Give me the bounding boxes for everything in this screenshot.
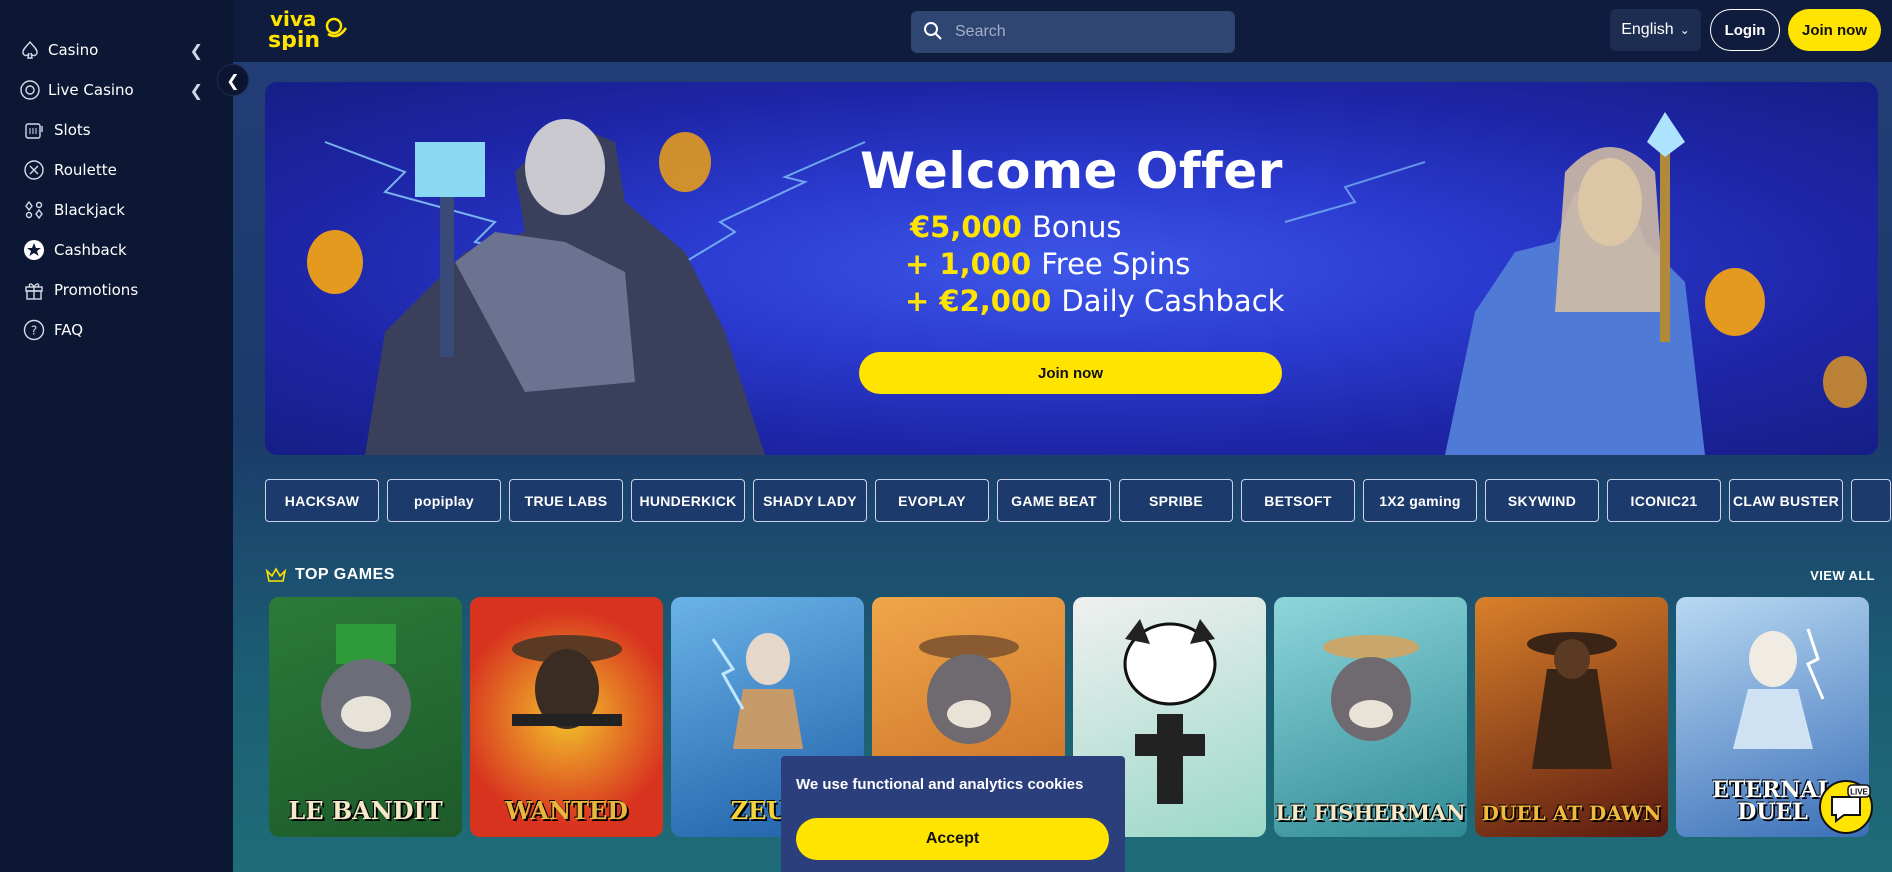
live-chat-button[interactable]: LIVE <box>1818 779 1874 835</box>
game-artwork <box>1322 635 1419 741</box>
top-header: viva spin English ⌄ Login Join now <box>233 0 1892 62</box>
game-tile-le-bandit[interactable]: LE BANDIT <box>269 597 462 837</box>
game-tile-wanted[interactable]: WANTED <box>470 597 663 837</box>
provider-logo-betsoft[interactable]: BETSOFT <box>1241 479 1355 522</box>
question-icon: ? <box>22 318 46 342</box>
cookie-message: We use functional and analytics cookies <box>796 776 1084 793</box>
provider-logo-claw-buster[interactable]: CLAW BUSTER <box>1729 479 1843 522</box>
sidebar-item-faq[interactable]: ? FAQ <box>0 310 233 350</box>
sidebar-item-label: Promotions <box>54 281 139 299</box>
game-tile-le-fisherman[interactable]: LE FISHERMAN <box>1274 597 1467 837</box>
game-artwork <box>320 624 411 749</box>
hero-offer-line-2: + 1,000 Free Spins <box>905 247 1190 281</box>
hero-title: Welcome Offer <box>860 142 1283 200</box>
game-artwork <box>1526 632 1617 769</box>
game-title: LE FISHERMAN <box>1275 800 1466 825</box>
login-button[interactable]: Login <box>1710 9 1780 51</box>
game-artwork <box>1732 628 1824 749</box>
provider-strip: HACKSAW popiplay TRUE LABS HUNDERKICK SH… <box>265 479 1892 523</box>
hero-line3-text: Daily Cashback <box>1061 284 1285 318</box>
game-title: WANTED <box>505 796 628 825</box>
join-now-button[interactable]: Join now <box>1788 9 1881 51</box>
chevron-left-icon[interactable]: ❮ <box>190 41 203 60</box>
language-label: English <box>1621 21 1674 38</box>
accept-cookies-button[interactable]: Accept <box>796 818 1109 860</box>
sidebar-item-label: Cashback <box>54 241 127 259</box>
chevron-down-icon: ⌄ <box>1679 23 1690 37</box>
sidebar-item-label: Casino <box>48 41 99 59</box>
hero-line2-text: Free Spins <box>1041 247 1191 281</box>
svg-text:?: ? <box>31 324 37 338</box>
sidebar-item-blackjack[interactable]: Blackjack <box>0 190 233 230</box>
game-tile-duel-at-dawn[interactable]: DUEL AT DAWN <box>1475 597 1668 837</box>
search-bar[interactable] <box>911 11 1235 53</box>
game-title: DUEL AT DAWN <box>1481 801 1662 825</box>
sidebar-item-slots[interactable]: Slots <box>0 110 233 150</box>
language-select[interactable]: English ⌄ <box>1610 9 1701 51</box>
cookie-banner: We use functional and analytics cookies … <box>781 756 1125 872</box>
main-content: Welcome Offer €5,000 Bonus + 1,000 Free … <box>233 62 1892 872</box>
game-title: LE BANDIT <box>288 796 443 825</box>
sidebar-item-label: FAQ <box>54 321 84 339</box>
provider-logo-game-beat[interactable]: GAME BEAT <box>997 479 1111 522</box>
provider-logo-hacksaw[interactable]: HACKSAW <box>265 479 379 522</box>
provider-logo-popiplay[interactable]: popiplay <box>387 479 501 522</box>
game-artwork <box>918 635 1019 744</box>
sidebar-item-live-casino[interactable]: Live Casino ❮ <box>0 70 233 110</box>
provider-logo-spribe[interactable]: SPRIBE <box>1119 479 1233 522</box>
viva-spin-logo[interactable]: viva spin <box>268 6 350 53</box>
sidebar-item-roulette[interactable]: Roulette <box>0 150 233 190</box>
sidebar-item-label: Blackjack <box>54 201 125 219</box>
view-all-link[interactable]: VIEW ALL <box>1810 568 1875 583</box>
sidebar-item-label: Slots <box>54 121 91 139</box>
provider-logo-1x2-gaming[interactable]: 1X2 gaming <box>1363 479 1477 522</box>
game-artwork <box>511 635 622 729</box>
crown-icon <box>265 566 287 584</box>
game-artwork <box>711 633 803 749</box>
section-title: TOP GAMES <box>295 566 395 583</box>
search-input[interactable] <box>955 23 1215 41</box>
live-badge: LIVE <box>1850 788 1868 797</box>
chevron-left-icon[interactable]: ❮ <box>190 81 203 100</box>
provider-logo-partial[interactable] <box>1851 479 1891 522</box>
provider-logo-evoplay[interactable]: EVOPLAY <box>875 479 989 522</box>
chevron-left-icon: ❮ <box>226 70 240 90</box>
hero-offer-line-1: €5,000 Bonus <box>910 210 1122 244</box>
provider-logo-thunderkick[interactable]: HUNDERKICK <box>631 479 745 522</box>
hero-line1-text: Bonus <box>1032 210 1122 244</box>
welcome-offer-banner[interactable]: Welcome Offer €5,000 Bonus + 1,000 Free … <box>265 82 1878 455</box>
slot-machine-icon <box>22 118 46 142</box>
svg-text:spin: spin <box>268 28 320 50</box>
sidebar-item-label: Live Casino <box>48 81 134 99</box>
provider-logo-iconic21[interactable]: ICONIC21 <box>1607 479 1721 522</box>
hero-line3-highlight: + €2,000 <box>905 284 1052 318</box>
top-games-header: TOP GAMES VIEW ALL <box>265 562 1875 588</box>
search-icon <box>923 21 945 43</box>
chip-icon <box>18 78 42 102</box>
gift-icon <box>22 278 46 302</box>
provider-logo-skywind[interactable]: SKYWIND <box>1485 479 1599 522</box>
provider-logo-true-labs[interactable]: TRUE LABS <box>509 479 623 522</box>
sidebar-item-cashback[interactable]: Cashback <box>0 230 233 270</box>
hero-line1-highlight: €5,000 <box>910 210 1022 244</box>
sidebar-item-casino[interactable]: Casino ❮ <box>0 30 233 70</box>
chat-icon: LIVE <box>1819 780 1873 834</box>
provider-logo-shady-lady[interactable]: SHADY LADY <box>753 479 867 522</box>
sidebar-item-promotions[interactable]: Promotions <box>0 270 233 310</box>
sidebar: Casino ❮ Live Casino ❮ Slots Roulette Bl… <box>0 0 233 872</box>
sidebar-item-label: Roulette <box>54 161 117 179</box>
hero-line2-highlight: + 1,000 <box>905 247 1032 281</box>
hero-join-now-button[interactable]: Join now <box>859 352 1282 394</box>
spade-icon <box>18 38 42 62</box>
roulette-icon <box>22 158 46 182</box>
cards-icon <box>22 198 46 222</box>
star-badge-icon <box>22 238 46 262</box>
collapse-sidebar-button[interactable]: ❮ <box>217 64 249 96</box>
hero-offer-line-3: + €2,000 Daily Cashback <box>905 284 1284 318</box>
